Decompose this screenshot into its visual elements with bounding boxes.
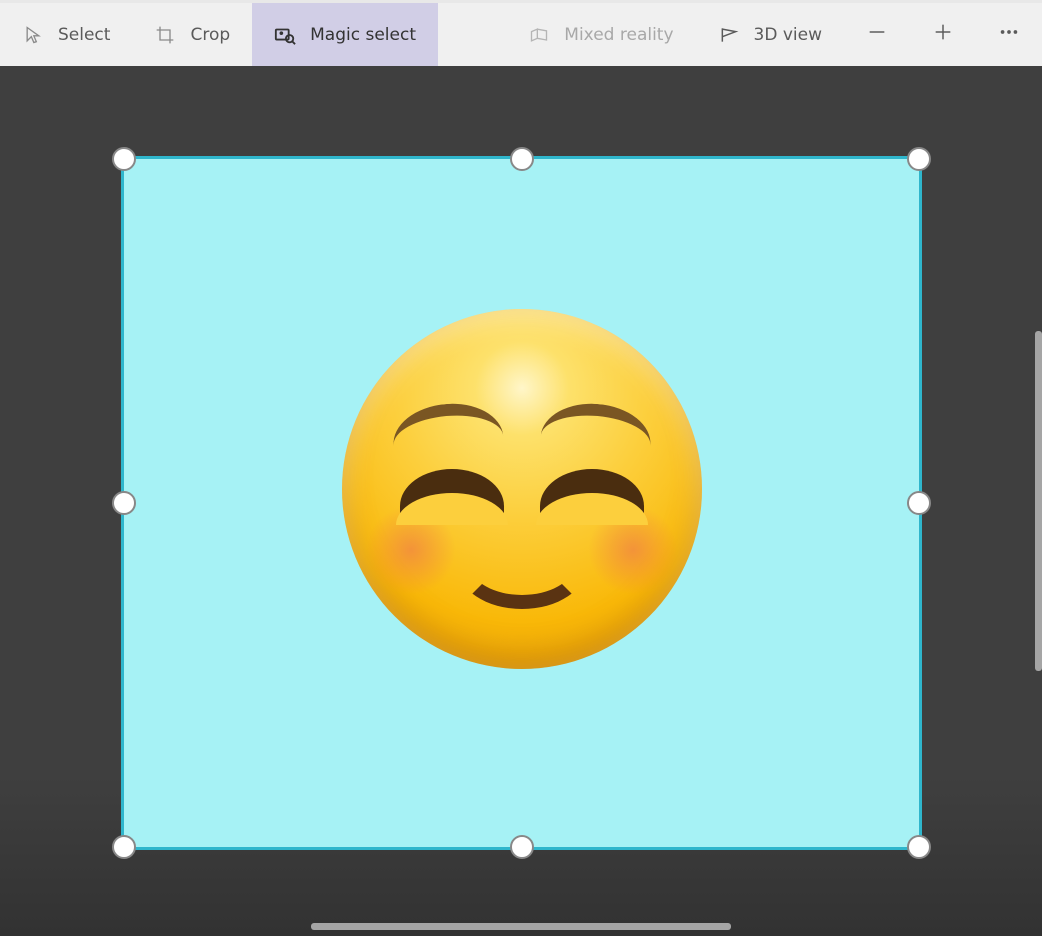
magic-select-icon [274,24,296,46]
resize-handle-top-left[interactable] [112,147,136,171]
emoji-eye-right [540,469,644,515]
canvas-selection[interactable] [124,159,919,847]
flag-3d-icon [718,24,740,46]
resize-handle-top-right[interactable] [907,147,931,171]
tool-select-label: Select [58,25,110,45]
resize-handle-middle-left[interactable] [112,491,136,515]
resize-handle-bottom-left[interactable] [112,835,136,859]
tool-mixed-reality: Mixed reality [506,3,695,66]
zoom-out-button[interactable] [844,3,910,66]
resize-handle-bottom-middle[interactable] [510,835,534,859]
resize-handle-middle-right[interactable] [907,491,931,515]
crop-icon [154,24,176,46]
tool-magic-select[interactable]: Magic select [252,3,438,66]
emoji-mouth [457,549,587,609]
zoom-in-button[interactable] [910,3,976,66]
plus-icon [932,21,954,49]
workspace[interactable] [0,66,1042,936]
tool-select[interactable]: Select [0,3,132,66]
toolbar: Select Crop Magic select Mix [0,0,1042,66]
tool-crop[interactable]: Crop [132,3,252,66]
tool-3d-view[interactable]: 3D view [696,3,844,66]
emoji-eyebrow-left [390,400,503,449]
emoji-smiling-face [342,309,702,669]
more-options-button[interactable] [976,3,1042,66]
resize-handle-top-middle[interactable] [510,147,534,171]
cursor-icon [22,24,44,46]
ellipsis-icon [998,21,1020,49]
vertical-scrollbar[interactable] [1035,331,1042,671]
minus-icon [866,21,888,49]
tool-crop-label: Crop [190,25,230,45]
mixed-reality-icon [528,24,550,46]
tool-3d-view-label: 3D view [754,25,822,45]
emoji-eye-left [400,469,504,515]
tool-magic-select-label: Magic select [310,25,416,45]
emoji-eyebrow-right [540,400,653,449]
horizontal-scrollbar[interactable] [311,923,731,930]
toolbar-spacer [438,3,506,66]
resize-handle-bottom-right[interactable] [907,835,931,859]
tool-mixed-reality-label: Mixed reality [564,25,673,45]
